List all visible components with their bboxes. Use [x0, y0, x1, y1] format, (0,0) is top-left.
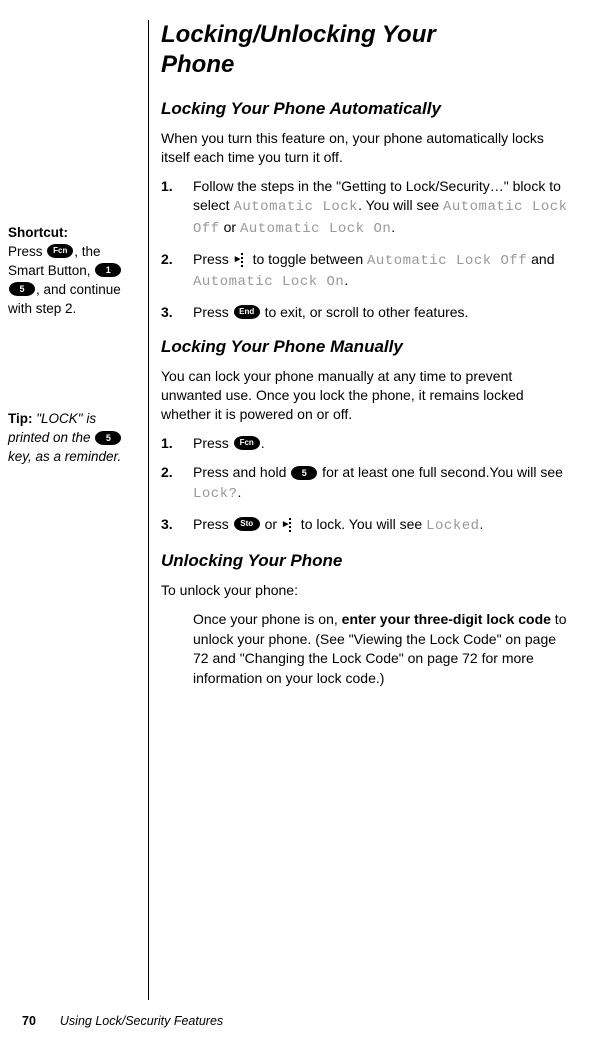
five-key-icon: 5 — [95, 431, 121, 445]
page-number: 70 — [22, 1014, 36, 1028]
step-item: 3. Press Sto or to lock. You will see Lo… — [193, 515, 573, 537]
step-item: 1. Press Fcn. — [193, 434, 573, 454]
step-item: 3. Press End to exit, or scroll to other… — [193, 303, 573, 323]
manual-lock-steps: 1. Press Fcn. 2. Press and hold 5 for at… — [161, 434, 573, 536]
section-intro: To unlock your phone: — [161, 581, 573, 600]
arrow-right-icon — [281, 520, 297, 530]
page-footer: 70 Using Lock/Security Features — [22, 1014, 223, 1028]
tip-label: Tip: — [8, 411, 33, 426]
step-item: 1. Follow the steps in the "Getting to L… — [193, 177, 573, 240]
five-key-icon: 5 — [291, 466, 317, 480]
arrow-right-icon — [233, 255, 249, 265]
step-item: 2. Press and hold 5 for at least one ful… — [193, 463, 573, 504]
sidebar-tip: Tip: "LOCK" is printed on the 5 key, as … — [8, 410, 140, 467]
end-key-icon: End — [234, 305, 260, 319]
section-heading-unlock: Unlocking Your Phone — [161, 550, 573, 573]
fcn-key-icon: Fcn — [47, 244, 73, 258]
sto-key-icon: Sto — [234, 517, 260, 531]
step-item: 2. Press to toggle between Automatic Loc… — [193, 250, 573, 293]
page-title: Locking/Unlocking Your Phone — [161, 20, 573, 80]
section-intro: When you turn this feature on, your phon… — [161, 129, 573, 167]
vertical-divider — [148, 20, 149, 1000]
footer-section-title: Using Lock/Security Features — [60, 1014, 223, 1028]
section-heading-manual-lock: Locking Your Phone Manually — [161, 336, 573, 359]
five-key-icon: 5 — [9, 282, 35, 296]
section-heading-auto-lock: Locking Your Phone Automatically — [161, 98, 573, 121]
shortcut-label: Shortcut: — [8, 225, 68, 240]
fcn-key-icon: Fcn — [234, 436, 260, 450]
auto-lock-steps: 1. Follow the steps in the "Getting to L… — [161, 177, 573, 323]
section-intro: You can lock your phone manually at any … — [161, 367, 573, 424]
one-key-icon: 1 — [95, 263, 121, 277]
unlock-instructions: Once your phone is on, enter your three-… — [161, 610, 573, 688]
sidebar-shortcut: Shortcut: Press Fcn, the Smart Button, 1… — [8, 224, 140, 318]
